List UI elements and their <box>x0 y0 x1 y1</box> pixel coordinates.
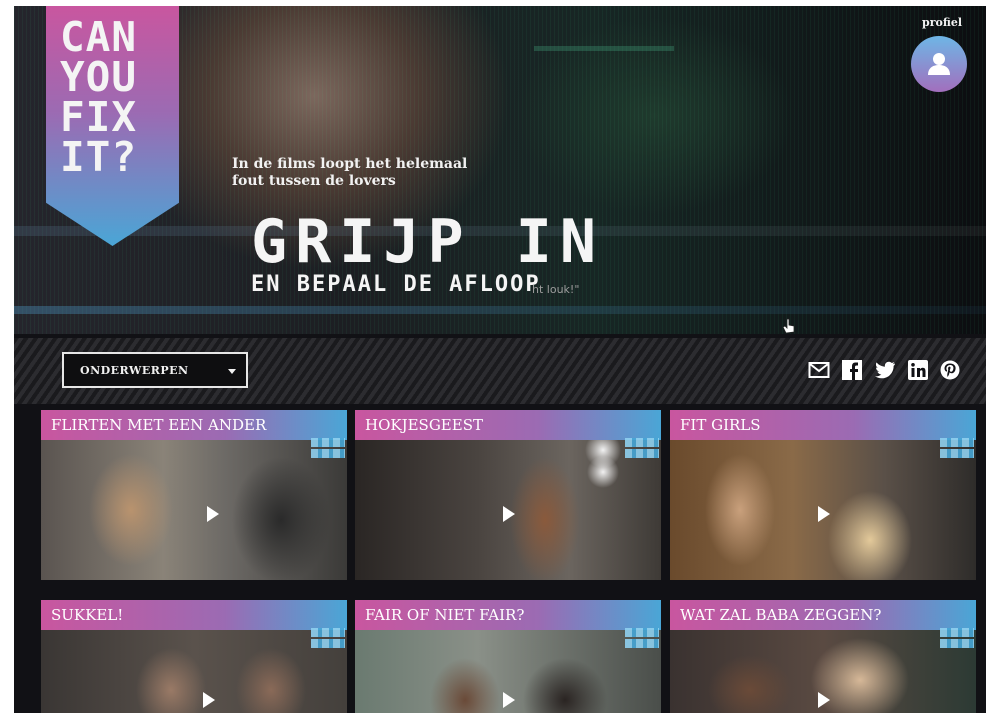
video-card-title: FLIRTEN MET EEN ANDER <box>41 410 347 440</box>
user-icon <box>928 53 950 75</box>
play-icon[interactable] <box>207 506 219 522</box>
logo-line: IT? <box>60 133 138 181</box>
logo-line: FIX <box>60 93 138 141</box>
video-card[interactable]: SUKKEL! <box>41 600 347 713</box>
hero-quote: ht louk!" <box>532 283 580 296</box>
page-frame: CAN YOU FIX IT? In de films loopt het he… <box>14 6 986 713</box>
difficulty-rating <box>625 438 659 460</box>
hero-tagline-line: fout tussen de lovers <box>232 173 396 189</box>
video-card-title: FAIR OF NIET FAIR? <box>355 600 661 630</box>
video-card-title: SUKKEL! <box>41 600 347 630</box>
play-icon[interactable] <box>818 692 830 708</box>
video-card-title: HOKJESGEEST <box>355 410 661 440</box>
facebook-icon[interactable] <box>842 360 862 380</box>
hero-subheadline: EN BEPAAL DE AFLOOP <box>251 272 541 297</box>
twitter-icon[interactable] <box>874 360 896 380</box>
mail-icon[interactable] <box>808 360 830 380</box>
share-icons <box>808 360 960 380</box>
glitch-stripe <box>14 306 986 314</box>
video-thumbnail <box>41 440 347 580</box>
video-card[interactable]: FLIRTEN MET EEN ANDER <box>41 410 347 580</box>
video-card[interactable]: HOKJESGEEST <box>355 410 661 580</box>
difficulty-rating <box>311 438 345 460</box>
profile-label[interactable]: profiel <box>912 16 972 29</box>
play-icon[interactable] <box>203 692 215 708</box>
play-icon[interactable] <box>503 506 515 522</box>
profile-avatar-button[interactable] <box>911 36 967 92</box>
logo-line: YOU <box>60 53 138 101</box>
topics-dropdown[interactable]: ONDERWERPEN <box>62 352 248 388</box>
difficulty-rating <box>311 628 345 650</box>
pinterest-icon[interactable] <box>940 360 960 380</box>
glitch-stripe <box>534 46 674 51</box>
difficulty-rating <box>940 628 974 650</box>
video-card[interactable]: FIT GIRLS <box>670 410 976 580</box>
difficulty-rating <box>940 438 974 460</box>
play-icon[interactable] <box>818 506 830 522</box>
hand-cursor-icon <box>782 318 795 334</box>
topics-dropdown-label: ONDERWERPEN <box>80 363 189 377</box>
hero-headline: GRIJP IN <box>251 207 604 277</box>
video-card-title: FIT GIRLS <box>670 410 976 440</box>
video-card[interactable]: FAIR OF NIET FAIR? <box>355 600 661 713</box>
play-icon[interactable] <box>503 692 515 708</box>
filter-toolbar: ONDERWERPEN <box>14 338 986 404</box>
video-card-title: WAT ZAL BABA ZEGGEN? <box>670 600 976 630</box>
video-card[interactable]: WAT ZAL BABA ZEGGEN? <box>670 600 976 713</box>
logo-line: CAN <box>60 13 138 61</box>
chevron-down-icon <box>228 369 236 374</box>
difficulty-rating <box>625 628 659 650</box>
hero-tagline: In de films loopt het helemaal fout tuss… <box>232 156 552 190</box>
linkedin-icon[interactable] <box>908 360 928 380</box>
video-thumbnail <box>41 630 347 713</box>
can-you-fix-it-logo[interactable]: CAN YOU FIX IT? <box>46 6 179 246</box>
hero-banner: CAN YOU FIX IT? In de films loopt het he… <box>14 6 986 334</box>
hero-tagline-line: In de films loopt het helemaal <box>232 156 468 172</box>
